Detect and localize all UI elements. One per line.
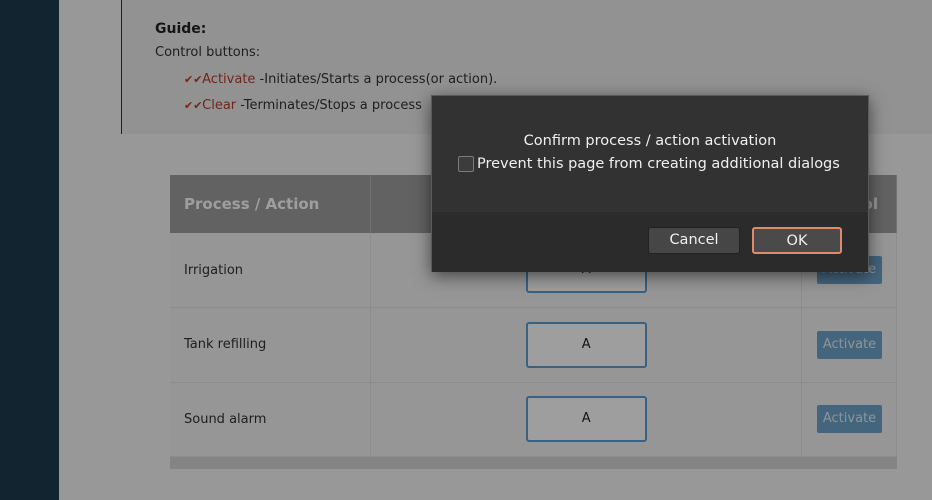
- dialog-message: Confirm process / action activation: [523, 133, 777, 149]
- cancel-button[interactable]: Cancel: [648, 227, 740, 254]
- dialog-body: Confirm process / action activation Prev…: [432, 96, 868, 212]
- prevent-dialogs-checkbox[interactable]: [458, 156, 474, 172]
- ok-button[interactable]: OK: [752, 227, 842, 254]
- confirm-dialog: Confirm process / action activation Prev…: [431, 95, 869, 272]
- dialog-footer: Cancel OK: [432, 212, 868, 272]
- prevent-dialogs-label[interactable]: Prevent this page from creating addition…: [477, 156, 840, 172]
